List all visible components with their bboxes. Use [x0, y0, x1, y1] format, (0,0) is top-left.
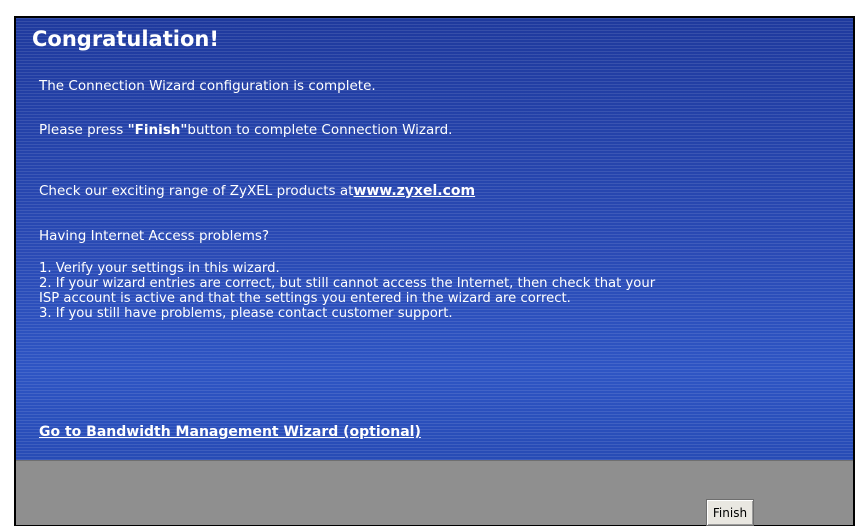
wizard-window: Congratulation! The Connection Wizard co…: [14, 16, 855, 526]
step-item: 2. If your wizard entries are correct, b…: [39, 276, 656, 291]
problems-heading: Having Internet Access problems?: [39, 228, 270, 244]
finish-instruction-bold: "Finish": [127, 122, 188, 138]
finish-button[interactable]: Finish: [706, 499, 754, 526]
step-item: 1. Verify your settings in this wizard.: [39, 261, 280, 276]
product-promo: Check our exciting range of ZyXEL produc…: [39, 183, 475, 199]
bandwidth-wizard-link[interactable]: Go to Bandwidth Management Wizard (optio…: [39, 424, 421, 440]
zyxel-website-link[interactable]: www.zyxel.com: [353, 183, 475, 199]
troubleshooting-steps: 1. Verify your settings in this wizard. …: [39, 261, 844, 321]
page-title: Congratulation!: [32, 27, 219, 51]
finish-instruction: Please press "Finish"button to complete …: [39, 122, 452, 138]
step-item: ISP account is active and that the setti…: [39, 291, 571, 306]
product-promo-text: Check our exciting range of ZyXEL produc…: [39, 183, 354, 199]
step-item: 3. If you still have problems, please co…: [39, 306, 453, 321]
complete-message: The Connection Wizard configuration is c…: [39, 78, 376, 94]
wizard-content-panel: Congratulation! The Connection Wizard co…: [16, 18, 853, 460]
finish-instruction-prefix: Please press: [39, 122, 128, 138]
finish-instruction-suffix: button to complete Connection Wizard.: [187, 122, 453, 138]
